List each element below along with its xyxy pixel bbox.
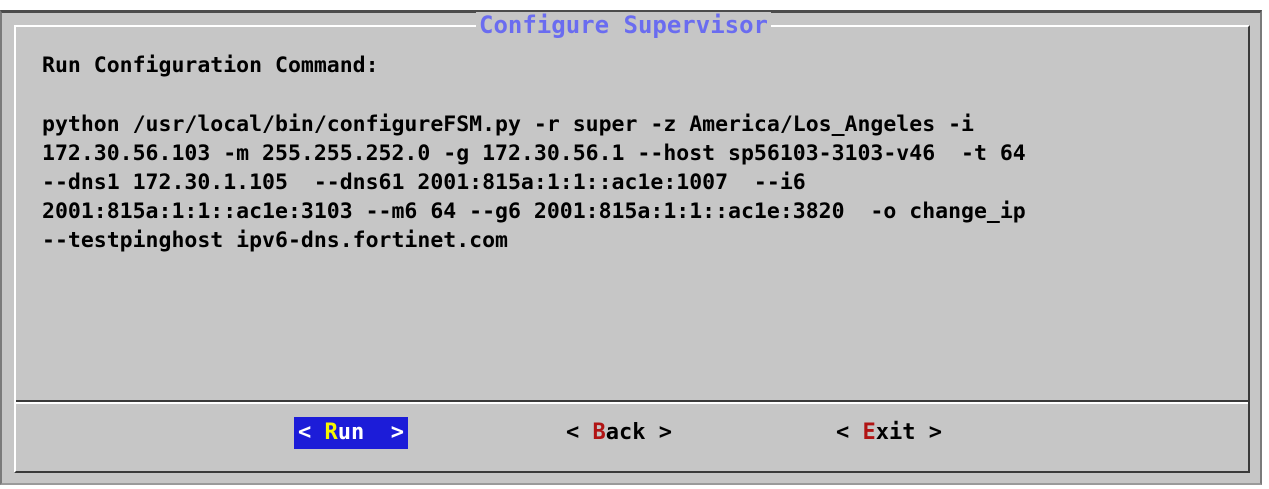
run-label: un bbox=[337, 420, 365, 445]
run-button[interactable]: < Run > bbox=[294, 417, 408, 449]
run-open: < bbox=[298, 420, 325, 445]
button-bar: < Run > < Back > < Exit > bbox=[16, 413, 1248, 453]
exit-label: xit bbox=[875, 420, 916, 445]
back-open: < bbox=[566, 420, 593, 445]
dialog-frame: Configure Supervisor Run Configuration C… bbox=[14, 12, 1250, 473]
command-line: python /usr/local/bin/configureFSM.py -r… bbox=[42, 112, 974, 137]
dialog-content: Run Configuration Command: python /usr/l… bbox=[42, 51, 1234, 255]
exit-button[interactable]: < Exit > bbox=[836, 417, 942, 449]
command-line: --testpinghost ipv6-dns.fortinet.com bbox=[42, 228, 508, 253]
button-separator bbox=[16, 400, 1248, 404]
back-hotkey: B bbox=[592, 420, 606, 445]
back-label: ack bbox=[605, 420, 646, 445]
exit-hotkey: E bbox=[862, 420, 876, 445]
back-button[interactable]: < Back > bbox=[566, 417, 672, 449]
command-line: 2001:815a:1:1::ac1e:3103 --m6 64 --g6 20… bbox=[42, 199, 1026, 224]
exit-open: < bbox=[836, 420, 863, 445]
configure-supervisor-dialog: Configure Supervisor Run Configuration C… bbox=[0, 10, 1262, 485]
dialog-title: Configure Supervisor bbox=[476, 12, 771, 38]
run-hotkey: R bbox=[324, 420, 338, 445]
command-heading: Run Configuration Command: bbox=[42, 53, 379, 78]
exit-close: > bbox=[915, 420, 942, 445]
command-line: 172.30.56.103 -m 255.255.252.0 -g 172.30… bbox=[42, 141, 1026, 166]
back-close: > bbox=[645, 420, 672, 445]
command-line: --dns1 172.30.1.105 --dns61 2001:815a:1:… bbox=[42, 170, 806, 195]
run-close: > bbox=[364, 420, 404, 445]
